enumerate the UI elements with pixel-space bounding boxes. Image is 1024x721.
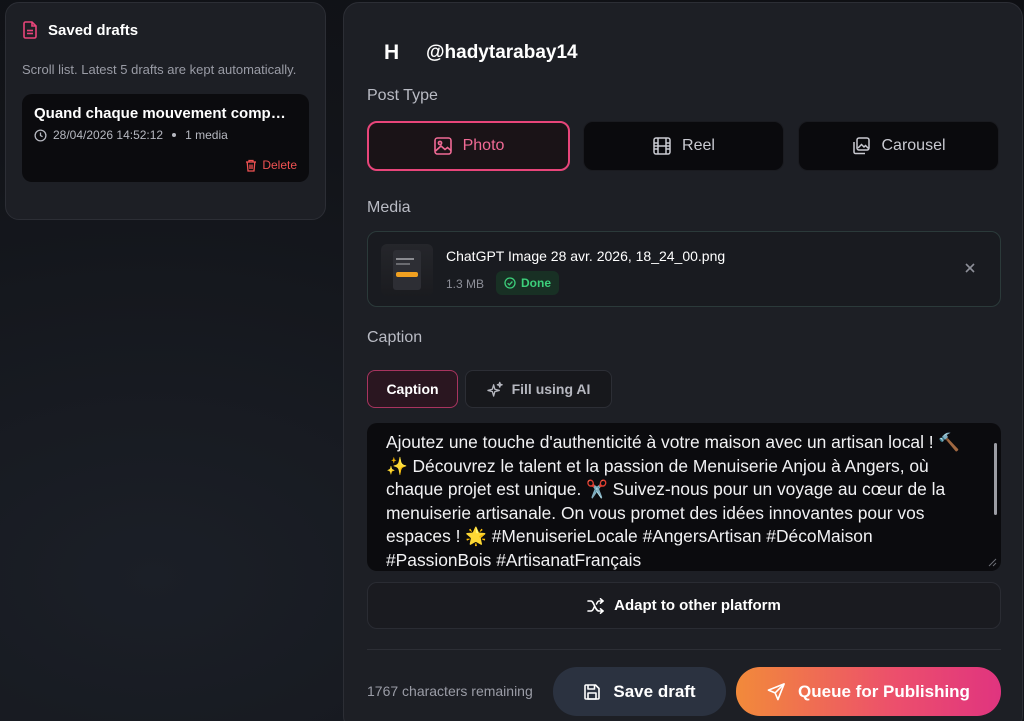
account-avatar: H (384, 41, 400, 64)
media-item: ChatGPT Image 28 avr. 2026, 18_24_00.png… (367, 231, 1001, 307)
image-icon (433, 137, 452, 155)
post-type-reel-button[interactable]: Reel (583, 121, 784, 171)
media-file-name: ChatGPT Image 28 avr. 2026, 18_24_00.png (446, 248, 726, 264)
sparkles-icon (486, 381, 503, 397)
post-type-photo-label: Photo (462, 137, 505, 154)
tab-fill-using-ai-label: Fill using AI (511, 381, 591, 397)
tab-caption[interactable]: Caption (367, 370, 458, 408)
draft-delete-label: Delete (262, 158, 297, 172)
draft-timestamp: 28/04/2026 14:52:12 (53, 128, 164, 142)
save-draft-button[interactable]: Save draft (553, 667, 726, 716)
resize-handle-icon[interactable] (987, 557, 997, 567)
saved-drafts-title: Saved drafts (48, 21, 139, 39)
account-handle: @hadytarabay14 (426, 42, 578, 63)
save-draft-label: Save draft (613, 681, 696, 701)
tab-fill-using-ai[interactable]: Fill using AI (465, 370, 612, 408)
clock-icon (34, 128, 47, 142)
saved-drafts-header: Saved drafts (22, 21, 309, 39)
separator-dot (172, 133, 177, 137)
draft-delete-button[interactable]: Delete (245, 158, 297, 172)
characters-remaining: 1767 characters remaining (367, 683, 533, 699)
divider (367, 649, 1001, 650)
draft-meta: 28/04/2026 14:52:12 1 media (34, 128, 297, 142)
media-thumbnail[interactable] (381, 244, 433, 296)
document-icon (23, 21, 37, 39)
adapt-to-other-platform-button[interactable]: Adapt to other platform (367, 582, 1001, 629)
check-circle-icon (504, 277, 516, 289)
post-composer: H @hadytarabay14 Post Type Photo Reel Ca… (343, 2, 1023, 721)
draft-card[interactable]: Quand chaque mouvement comp… 28/04/2026 … (22, 94, 309, 182)
saved-drafts-panel: Saved drafts Scroll list. Latest 5 draft… (5, 2, 326, 220)
media-label: Media (367, 199, 411, 216)
save-icon (584, 683, 601, 700)
queue-for-publishing-label: Queue for Publishing (798, 681, 970, 701)
account-row: H @hadytarabay14 (384, 41, 578, 65)
draft-title: Quand chaque mouvement comp… (34, 105, 286, 122)
queue-for-publishing-button[interactable]: Queue for Publishing (736, 667, 1001, 716)
post-type-carousel-button[interactable]: Carousel (798, 121, 999, 171)
draft-media-count: 1 media (185, 128, 228, 142)
upload-status-label: Done (521, 276, 551, 290)
gallery-icon (853, 137, 871, 155)
caption-textarea[interactable]: Ajoutez une touche d'authenticité à votr… (367, 423, 1001, 571)
caption-scrollbar[interactable] (994, 443, 997, 515)
upload-status-badge: Done (496, 271, 559, 295)
adapt-label: Adapt to other platform (614, 597, 781, 614)
send-icon (767, 683, 785, 701)
close-icon[interactable] (962, 260, 978, 276)
tab-caption-label: Caption (386, 381, 439, 397)
saved-drafts-description: Scroll list. Latest 5 drafts are kept au… (22, 62, 297, 77)
media-file-size: 1.3 MB (446, 277, 485, 291)
post-type-label: Post Type (367, 87, 438, 104)
shuffle-icon (587, 597, 604, 614)
caption-label: Caption (367, 329, 423, 346)
trash-icon (246, 159, 257, 172)
caption-text: Ajoutez une touche d'authenticité à votr… (386, 432, 965, 570)
post-type-reel-label: Reel (682, 137, 715, 154)
film-icon (653, 137, 671, 155)
post-type-carousel-label: Carousel (881, 137, 946, 154)
post-type-photo-button[interactable]: Photo (367, 121, 570, 171)
